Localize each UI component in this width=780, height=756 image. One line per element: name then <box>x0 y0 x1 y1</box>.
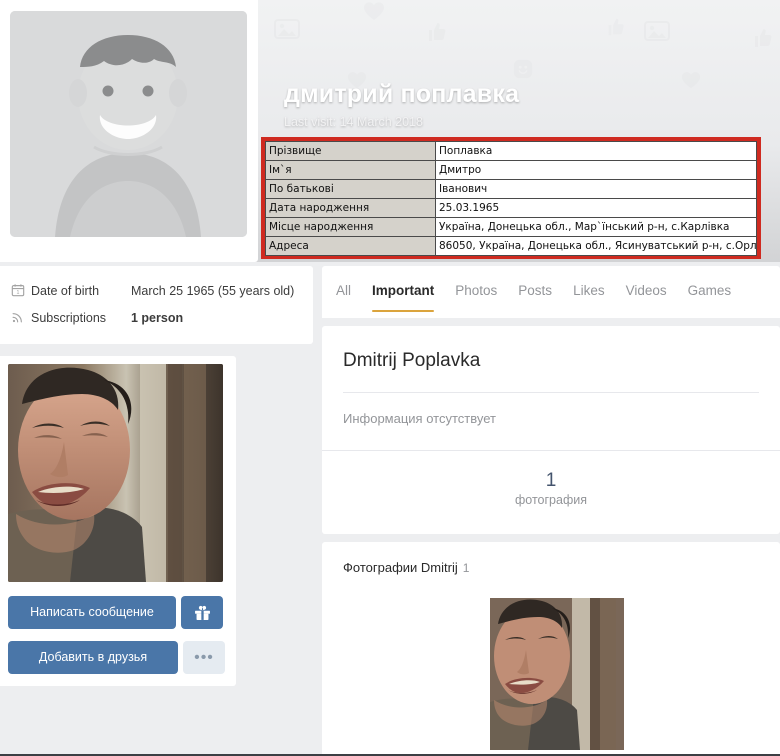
table-row: Місце народження Україна, Донецька обл., … <box>265 217 757 237</box>
table-cell-value: 25.03.1965 <box>435 198 757 218</box>
info-row-subscriptions[interactable]: Subscriptions 1 person <box>0 304 313 331</box>
sidebar-primary-actions: Написать сообщение <box>8 596 223 629</box>
photos-card: Фотографии Dmitrij 1 <box>322 542 780 756</box>
photos-count: 1 <box>462 561 470 575</box>
info-label: Subscriptions <box>31 310 107 325</box>
passport-data-table: Прізвище Поплавка Ім`я Дмитро По батькові Іва… <box>265 141 757 256</box>
tab-games[interactable]: Games <box>688 266 732 318</box>
watermark-thumbs-up-icon <box>604 16 626 38</box>
photo-counter[interactable]: 1 фотография <box>322 451 780 507</box>
profile-page: дмитрий поплавка Last visit: 14 March 20… <box>0 0 780 756</box>
table-cell-key: По батькові <box>265 179 436 199</box>
table-cell-key: Місце народження <box>265 217 436 237</box>
info-value: 1 person <box>131 310 184 325</box>
watermark-image-icon <box>274 18 300 40</box>
table-cell-key: Дата народження <box>265 198 436 218</box>
photo-thumbnail[interactable] <box>490 598 624 750</box>
tab-posts[interactable]: Posts <box>518 266 552 318</box>
watermark-thumbs-up-icon <box>424 20 448 44</box>
table-cell-value: Україна, Донецька обл., Мар`їнський р-н,… <box>435 217 757 237</box>
watermark-heart-icon <box>362 0 386 22</box>
profile-tabs: All Important Photos Posts Likes Videos Games <box>322 266 780 318</box>
table-row: Адреса 86050, Україна, Донецька обл., Яси… <box>265 236 757 256</box>
sidebar-secondary-actions: Добавить в друзья ••• <box>8 641 225 674</box>
sidebar-photo-card <box>0 356 236 686</box>
table-row: Прізвище Поплавка <box>265 141 757 161</box>
photos-section-title[interactable]: Фотографии Dmitrij 1 <box>322 542 780 575</box>
table-cell-value: Дмитро <box>435 160 757 180</box>
table-row: По батькові Іванович <box>265 179 757 199</box>
watermark-heart-icon <box>680 70 702 90</box>
tab-all[interactable]: All <box>336 266 351 318</box>
table-cell-value: Іванович <box>435 179 757 199</box>
watermark-image-icon <box>644 20 670 42</box>
passport-data-table-highlight: Прізвище Поплавка Ім`я Дмитро По батькові Іва… <box>261 137 761 259</box>
add-friend-button[interactable]: Добавить в друзья <box>8 641 178 674</box>
send-gift-button[interactable] <box>181 596 223 629</box>
default-avatar-placeholder-icon <box>10 11 247 237</box>
watermark-smiley-icon <box>512 58 534 80</box>
tab-photos[interactable]: Photos <box>455 266 497 318</box>
info-row-date-of-birth: 1 Date of birth March 25 1965 (55 years … <box>0 277 313 304</box>
table-cell-value: Поплавка <box>435 141 757 161</box>
gift-icon <box>194 605 210 620</box>
calendar-icon: 1 <box>11 283 31 299</box>
table-cell-key: Ім`я <box>265 160 436 180</box>
table-row: Ім`я Дмитро <box>265 160 757 180</box>
photo-counter-label: фотография <box>515 493 587 507</box>
table-cell-value: 86050, Україна, Донецька обл., Ясинуватс… <box>435 236 757 256</box>
send-message-button[interactable]: Написать сообщение <box>8 596 176 629</box>
profile-tabs-card: All Important Photos Posts Likes Videos Games <box>322 266 780 318</box>
about-card: Dmitrij Poplavka Информация отсутствует … <box>322 326 780 534</box>
subscriptions-icon <box>11 310 31 326</box>
about-name: Dmitrij Poplavka <box>343 350 481 371</box>
tab-important[interactable]: Important <box>372 266 435 318</box>
page-title: дмитрий поплавка <box>284 80 520 108</box>
svg-text:1: 1 <box>17 289 20 295</box>
more-actions-button[interactable]: ••• <box>183 641 225 674</box>
table-row: Дата народження 25.03.1965 <box>265 198 757 218</box>
about-empty-text: Информация отсутствует <box>343 411 496 426</box>
avatar-card <box>0 0 258 262</box>
info-label: Date of birth <box>31 283 100 298</box>
watermark-thumbs-up-icon <box>750 26 774 50</box>
info-value: March 25 1965 (55 years old) <box>131 283 295 298</box>
tab-videos[interactable]: Videos <box>626 266 667 318</box>
profile-photo[interactable] <box>8 364 223 582</box>
table-cell-key: Адреса <box>265 236 436 256</box>
last-visit-text: Last visit: 14 March 2018 <box>284 115 423 129</box>
profile-info-card: 1 Date of birth March 25 1965 (55 years … <box>0 266 313 344</box>
tab-likes[interactable]: Likes <box>573 266 605 318</box>
avatar[interactable] <box>10 11 247 237</box>
photos-title-text: Фотографии Dmitrij <box>343 560 458 575</box>
table-cell-key: Прізвище <box>265 141 436 161</box>
photo-counter-number: 1 <box>545 470 557 491</box>
